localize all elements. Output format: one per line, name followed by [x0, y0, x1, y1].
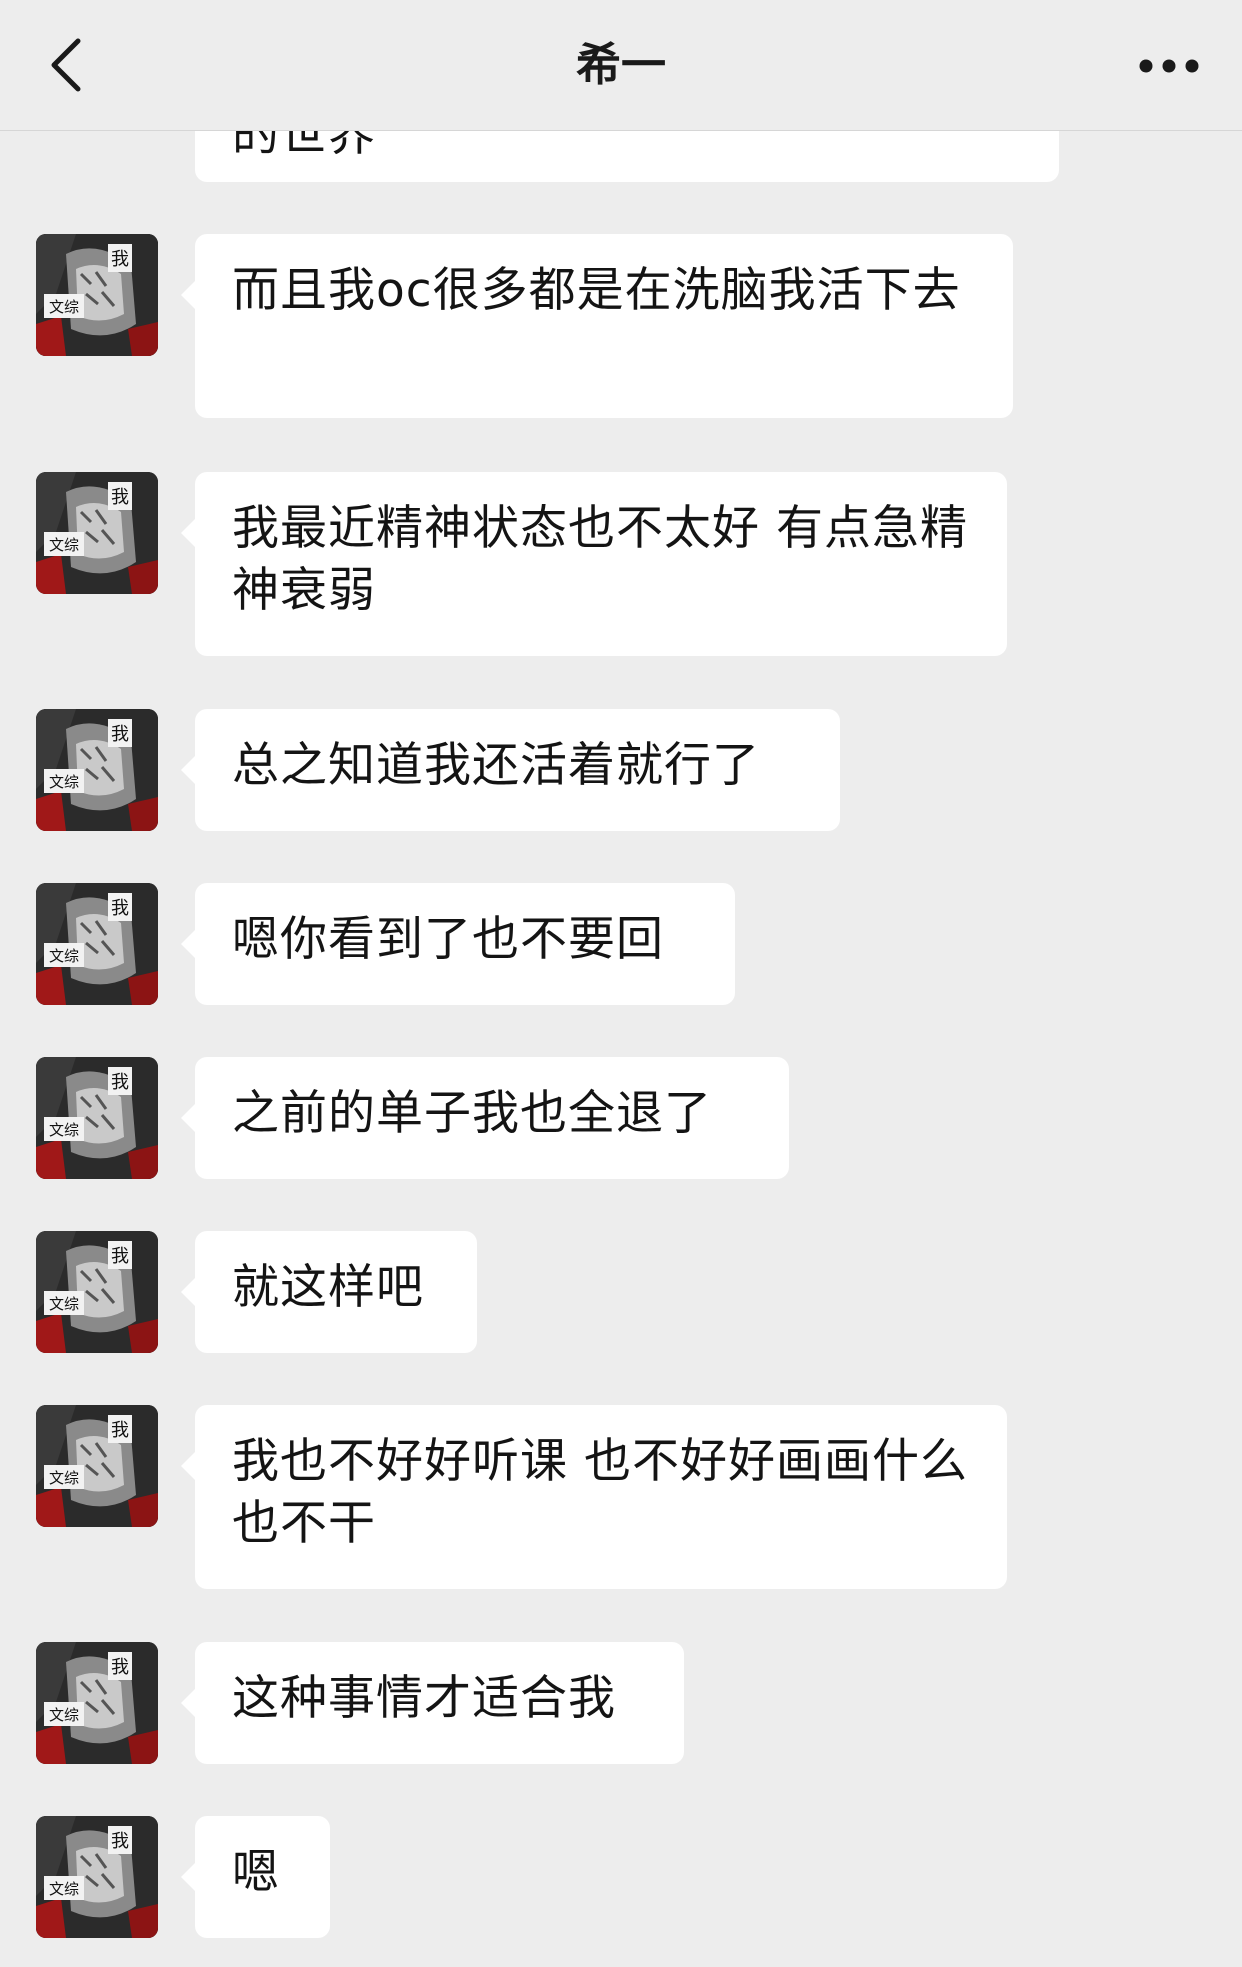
- avatar[interactable]: 我 文综: [36, 1057, 158, 1179]
- avatar-label-top: 我: [111, 1246, 129, 1267]
- avatar-image: 我 文综: [36, 1057, 158, 1179]
- avatar[interactable]: 我 文综: [36, 709, 158, 831]
- avatar-label-top: 我: [111, 249, 129, 270]
- avatar-label-top: 我: [111, 1657, 129, 1678]
- message-bubble[interactable]: 这种事情才适合我: [181, 1642, 684, 1764]
- avatar-image: 我 文综: [36, 709, 158, 831]
- avatar[interactable]: 我 文综: [36, 1231, 158, 1353]
- message-text: 总之知道我还活着就行了: [232, 738, 760, 793]
- message-text: 就这样吧: [232, 1260, 424, 1315]
- avatar-label-left: 文综: [49, 773, 79, 791]
- avatar-label-left: 文综: [49, 947, 79, 965]
- avatar-label-left: 文综: [49, 536, 79, 554]
- message-bubble[interactable]: 就这样吧: [181, 1231, 477, 1353]
- more-button[interactable]: [1124, 36, 1214, 96]
- avatar-image: 我 文综: [36, 883, 158, 1005]
- message-bubble[interactable]: 总之知道我还活着就行了: [181, 709, 840, 831]
- avatar[interactable]: 我 文综: [36, 1405, 158, 1527]
- avatar[interactable]: 我 文综: [36, 1816, 158, 1938]
- message-text: 我最近精神状态也不太好 有点急精神衰弱: [232, 501, 968, 618]
- message-text: 之前的单子我也全退了: [232, 1086, 712, 1141]
- message-text: 这种事情才适合我: [232, 1671, 616, 1726]
- avatar-image: 我 文综: [36, 234, 158, 356]
- avatar-label-left: 文综: [49, 298, 79, 316]
- message-text: 我也不好好听课 也不好好画画什么也不干: [232, 1434, 968, 1551]
- avatar-label-top: 我: [111, 1831, 129, 1852]
- avatar-label-top: 我: [111, 487, 129, 508]
- avatar[interactable]: 我 文综: [36, 883, 158, 1005]
- avatar-label-top: 我: [111, 724, 129, 745]
- avatar-label-left: 文综: [49, 1706, 79, 1724]
- avatar-image: 我 文综: [36, 1642, 158, 1764]
- avatar-image: 我 文综: [36, 472, 158, 594]
- avatar-label-top: 我: [111, 898, 129, 919]
- message-text: 嗯你看到了也不要回: [232, 912, 664, 967]
- message-list[interactable]: 的世界 我 文综 而且我oc很多都是在洗脑我活下去 我 文综 我最近精神状态也不…: [0, 0, 1242, 1967]
- avatar-image: 我 文综: [36, 1816, 158, 1938]
- avatar-image: 我 文综: [36, 1231, 158, 1353]
- message-bubble[interactable]: 嗯: [181, 1816, 330, 1938]
- chat-title: 希一: [575, 38, 666, 91]
- message-text: 而且我oc很多都是在洗脑我活下去: [232, 263, 961, 318]
- more-horizontal-icon: [1139, 59, 1199, 73]
- avatar-label-left: 文综: [49, 1880, 79, 1898]
- avatar-label-left: 文综: [49, 1469, 79, 1487]
- nav-bar: 希一: [0, 0, 1242, 131]
- message-text: 嗯: [232, 1845, 280, 1900]
- avatar[interactable]: 我 文综: [36, 234, 158, 356]
- message-bubble[interactable]: 嗯你看到了也不要回: [181, 883, 735, 1005]
- avatar-label-left: 文综: [49, 1121, 79, 1139]
- message-bubble[interactable]: 之前的单子我也全退了: [181, 1057, 789, 1179]
- avatar[interactable]: 我 文综: [36, 472, 158, 594]
- avatar-image: 我 文综: [36, 1405, 158, 1527]
- avatar-label-top: 我: [111, 1420, 129, 1441]
- avatar-label-top: 我: [111, 1072, 129, 1093]
- message-bubble[interactable]: 而且我oc很多都是在洗脑我活下去: [181, 234, 1013, 418]
- avatar-label-left: 文综: [49, 1295, 79, 1313]
- avatar[interactable]: 我 文综: [36, 1642, 158, 1764]
- message-bubble[interactable]: 我最近精神状态也不太好 有点急精神衰弱: [181, 472, 1007, 656]
- message-bubble[interactable]: 我也不好好听课 也不好好画画什么也不干: [181, 1405, 1007, 1589]
